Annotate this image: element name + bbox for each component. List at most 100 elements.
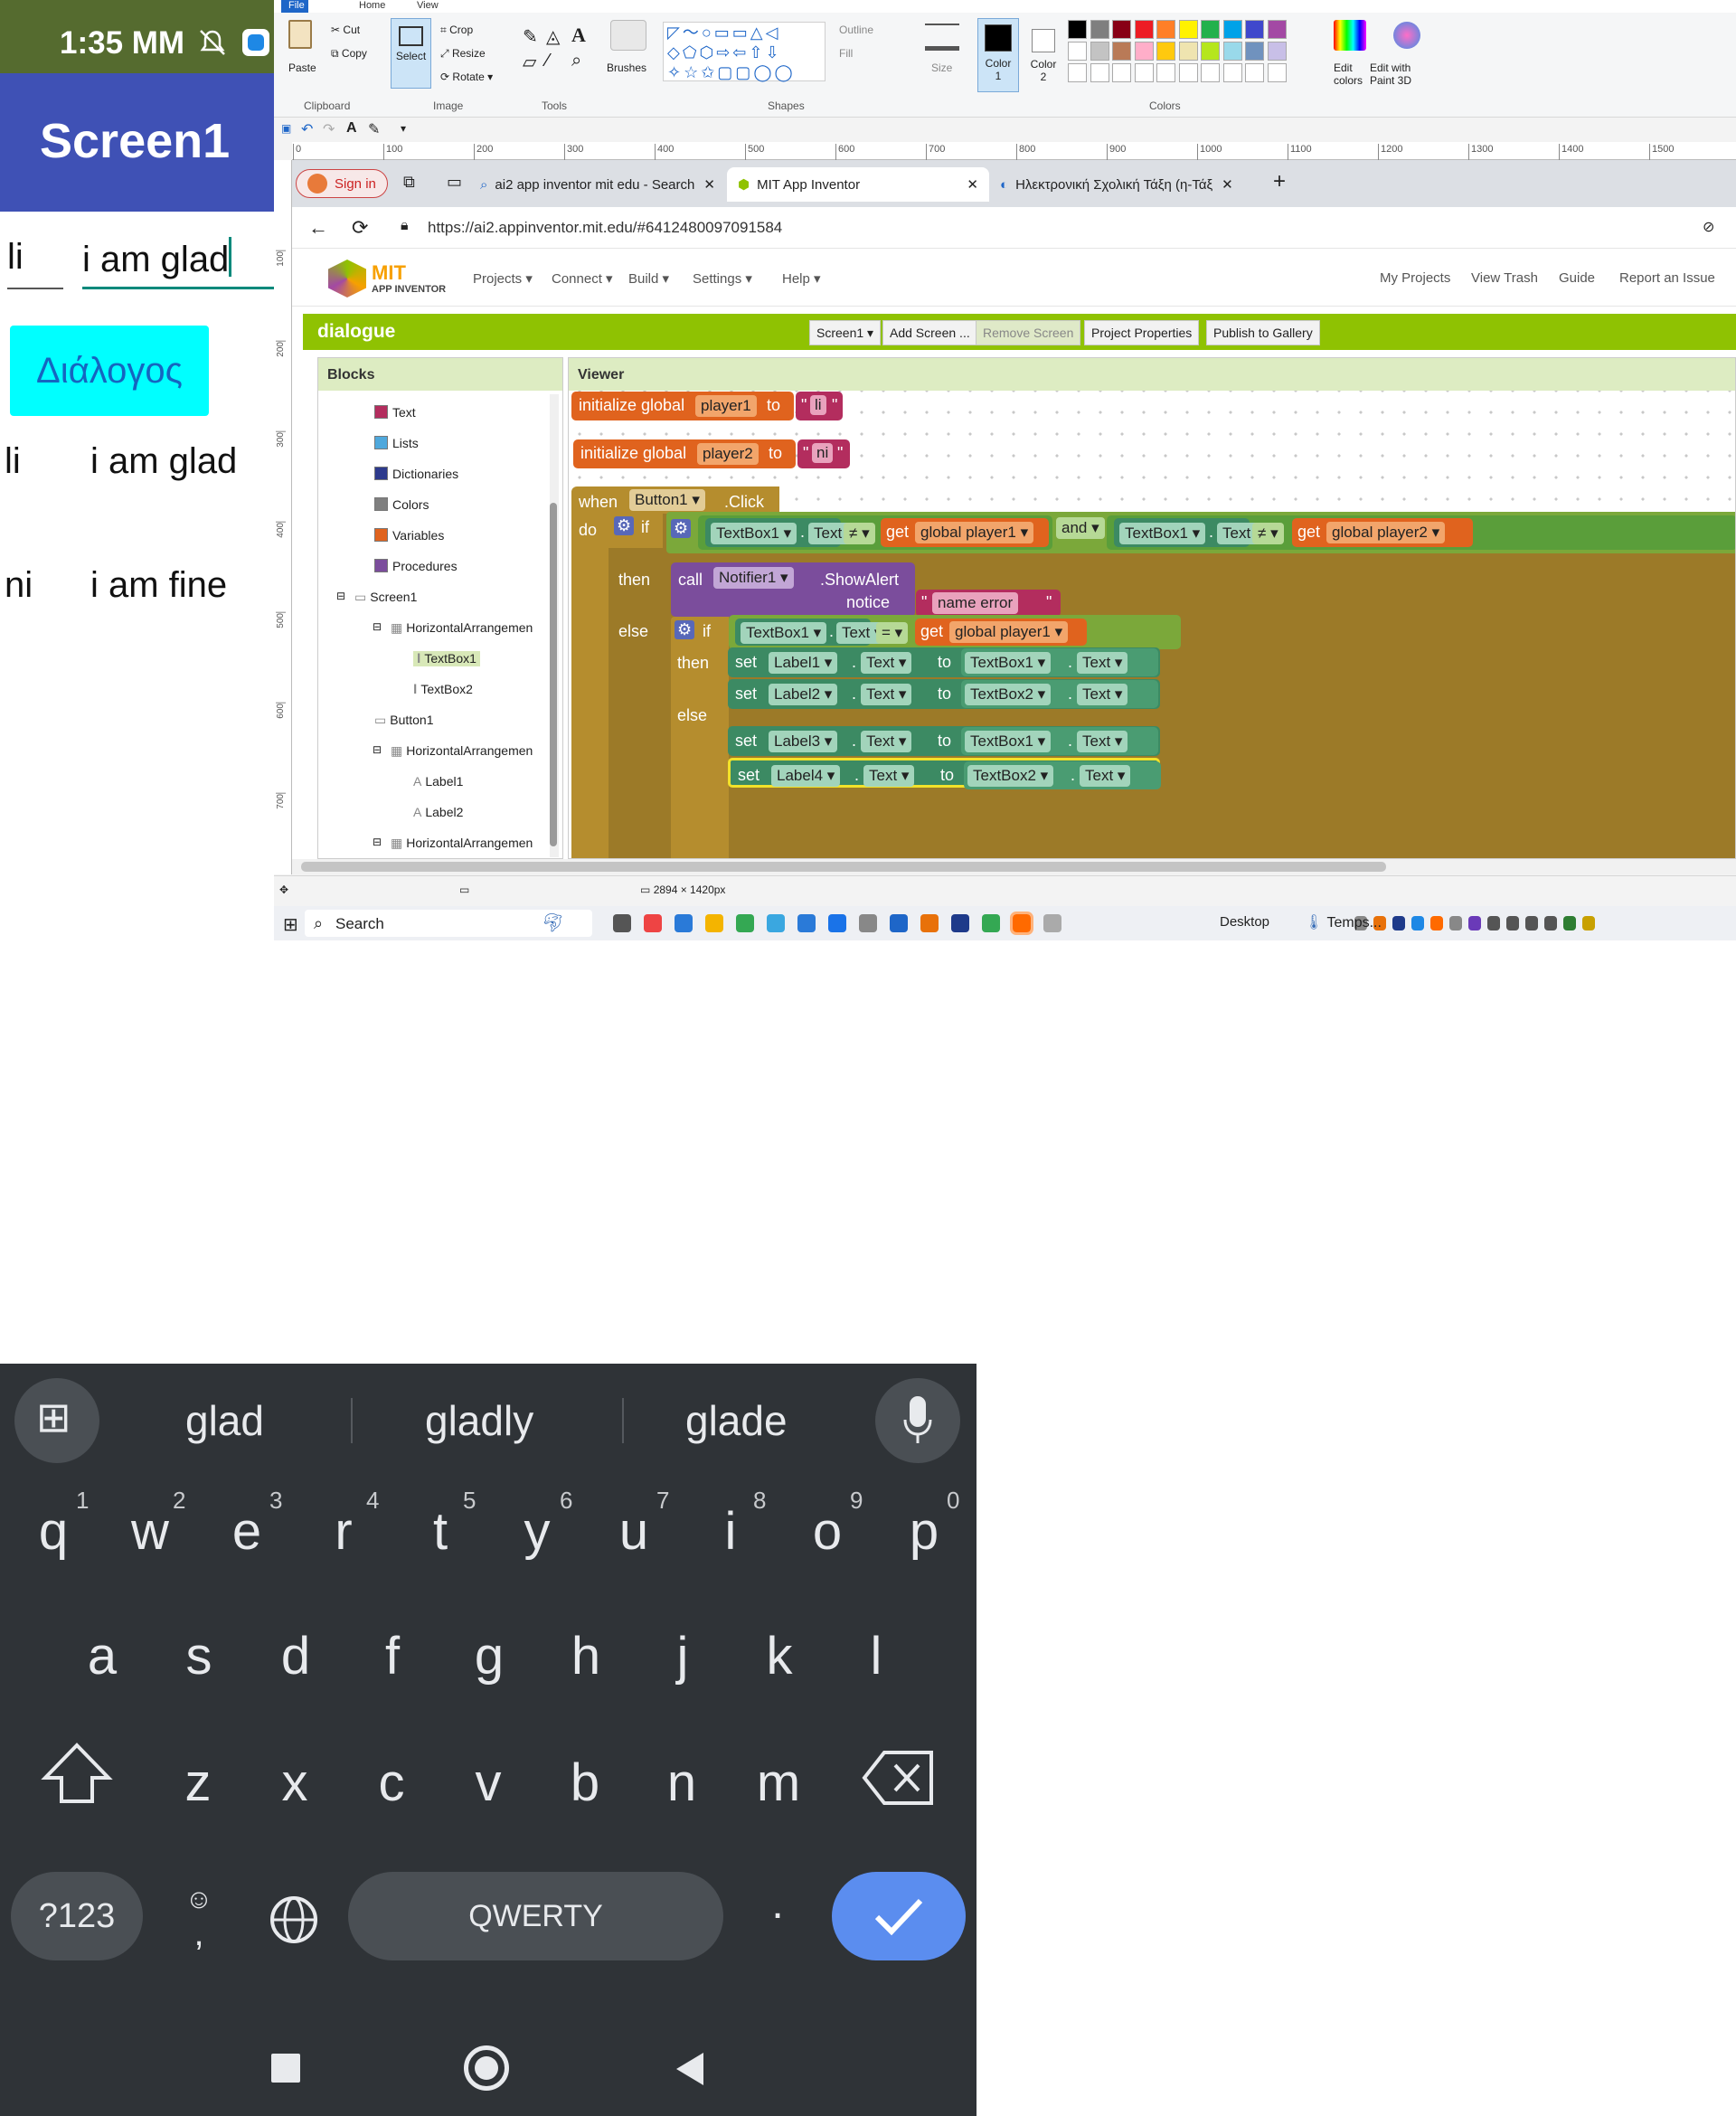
url-field[interactable]: https://ai2.appinventor.mit.edu/#6412480… [428,219,782,237]
key-x[interactable]: x [254,1752,335,1813]
collapse-toggle-icon[interactable]: ⊟ [373,620,382,633]
taskbar-app-icon[interactable] [890,914,908,932]
component-getter[interactable]: TextBox2 ▾. Text ▾ [964,761,1161,789]
collapse-toggle-icon[interactable]: ⊟ [373,836,382,848]
block-category-lists[interactable]: Lists [374,436,419,450]
backspace-key[interactable] [859,1742,940,1814]
crop-button[interactable]: ⌗ Crop [440,24,473,37]
appinventor-logo-icon[interactable] [328,260,366,298]
key-k[interactable]: k [739,1626,820,1686]
voice-input-button[interactable] [875,1378,960,1463]
property-dropdown[interactable]: Text ▾ [1080,765,1131,787]
custom-swatch[interactable] [1178,63,1198,82]
nav-build[interactable]: Build ▾ [628,270,669,287]
custom-swatch[interactable] [1201,63,1220,82]
key-d[interactable]: d [255,1626,336,1686]
magnifier-icon[interactable]: ⌕ [571,51,581,71]
project-properties-button[interactable]: Project Properties [1084,320,1200,345]
block-category-colors[interactable]: Colors [374,497,429,512]
palette-swatch[interactable] [1267,20,1287,39]
tab-actions-icon[interactable]: ▭ [447,173,462,192]
weather-widget[interactable]: 🌡︎ Temps... [1305,913,1382,931]
nav-report-issue[interactable]: Report an Issue [1619,270,1715,286]
fill-bucket-icon[interactable]: ◬ [546,25,560,48]
taskbar-app-icon[interactable] [613,914,631,932]
pencil-qat-icon[interactable]: ✎ [368,120,380,138]
palette-swatch[interactable] [1245,20,1264,39]
property-dropdown[interactable]: Text ▾ [1077,731,1128,752]
suggestion-1[interactable]: glad [185,1396,264,1445]
component-tree-item[interactable]: A Label1 [413,774,463,789]
tray-icon[interactable] [1563,916,1576,930]
fill-button[interactable]: Fill [839,47,853,60]
component-getter[interactable]: TextBox1 ▾. Text ▾ [961,727,1158,755]
palette-swatch[interactable] [1201,42,1220,61]
tray-icon[interactable] [1392,916,1405,930]
tray-icon[interactable] [1506,916,1519,930]
back-nav-icon[interactable] [673,2051,705,2087]
tray-icon[interactable] [1487,916,1500,930]
palette-swatch[interactable] [1090,42,1109,61]
brushes-button[interactable]: Brushes [607,61,646,74]
textbox1-input[interactable]: li [7,237,63,289]
nav-guide[interactable]: Guide [1559,270,1595,286]
size-icon[interactable] [925,24,959,51]
block-category-procedures[interactable]: Procedures [374,559,458,573]
recents-nav-icon[interactable] [271,2054,300,2083]
no-camera-icon[interactable]: ⊘ [1703,218,1714,236]
add-screen-button[interactable]: Add Screen ... [882,320,977,345]
undo-icon[interactable]: ↶ [301,120,313,138]
palette-swatch[interactable] [1156,42,1175,61]
key-a[interactable]: a [61,1626,143,1686]
component-tree-item[interactable]: ⊟ ▭ Screen1 [336,590,417,605]
palette-swatch[interactable] [1068,20,1087,39]
home-tab[interactable]: Home [352,0,392,13]
set-label2-text-block[interactable]: set Label2 ▾. Text ▾ to TextBox2 ▾. Text ▾ [728,679,1160,709]
publish-gallery-button[interactable]: Publish to Gallery [1206,320,1320,345]
tray-icon[interactable] [1582,916,1595,930]
tab-appinventor[interactable]: ⬢ MIT App Inventor ✕ [727,167,989,202]
desktop-toolbar[interactable]: Desktop [1220,914,1269,930]
component-tree-item[interactable]: ▭ Button1 [374,713,434,728]
key-s[interactable]: s [158,1626,240,1686]
taskbar-app-icon[interactable] [705,914,723,932]
component-dropdown[interactable]: Label4 ▾ [771,765,841,787]
component-tree-item[interactable]: 𝐈 TextBox2 [413,682,473,697]
close-icon[interactable]: ✕ [967,176,978,193]
tab-search[interactable]: ⌕ ai2 app inventor mit edu - Search ✕ [469,167,727,202]
paint3d-icon[interactable] [1393,22,1420,49]
paste-icon[interactable] [288,20,312,49]
outline-button[interactable]: Outline [839,24,873,36]
palette-swatch[interactable] [1134,42,1154,61]
block-category-variables[interactable]: Variables [374,528,444,543]
palette-swatch[interactable] [1112,42,1131,61]
palette-swatch[interactable] [1090,20,1109,39]
palette-swatch[interactable] [1156,20,1175,39]
emoji-comma-key[interactable]: ☺, [176,1886,222,1959]
custom-swatch[interactable] [1112,63,1131,82]
key-n[interactable]: n [641,1752,722,1813]
cut-button[interactable]: ✂ Cut [331,24,360,36]
copy-button[interactable]: ⧉ Copy [331,47,367,61]
color-palette[interactable] [1068,20,1321,101]
palette-swatch[interactable] [1068,42,1087,61]
set-label3-text-block[interactable]: set Label3 ▾. Text ▾ to TextBox1 ▾. Text ▾ [728,726,1160,756]
nav-view-trash[interactable]: View Trash [1471,270,1538,286]
taskbar-app-icon[interactable] [859,914,877,932]
qat-dropdown-icon[interactable]: ▾ [401,122,406,135]
property-dropdown[interactable]: Text ▾ [863,765,915,787]
component-tree-item[interactable]: ⊟ ▦ HorizontalArrangemen [373,620,533,636]
signin-button[interactable]: Sign in [296,169,388,198]
blocks-scrollbar[interactable] [550,394,559,857]
windows-start-icon[interactable]: ⊞ [283,913,298,936]
key-v[interactable]: v [448,1752,529,1813]
palette-swatch[interactable] [1178,20,1198,39]
component-dropdown[interactable]: TextBox1 ▾ [965,652,1052,674]
taskbar-app-icon[interactable] [675,914,693,932]
component-dropdown[interactable]: Label2 ▾ [769,684,838,705]
palette-swatch[interactable] [1134,20,1154,39]
dialog-button[interactable]: Διάλογος [10,326,209,416]
edit-paint3d-button[interactable]: Edit with Paint 3D [1370,61,1411,87]
component-dropdown[interactable]: Label1 ▾ [769,652,838,674]
nav-connect[interactable]: Connect ▾ [552,270,613,287]
